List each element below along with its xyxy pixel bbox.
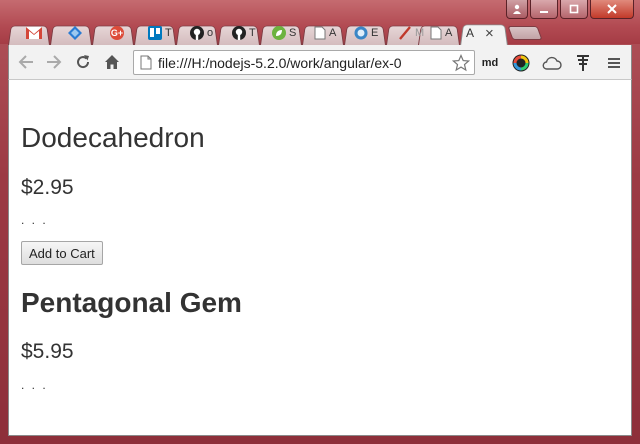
- gmail-icon: [26, 27, 42, 39]
- product-price: $5.95: [21, 340, 74, 363]
- product-name: Dodecahedron: [21, 122, 205, 153]
- back-button[interactable]: [15, 52, 37, 72]
- tab-active-content: A ×: [466, 24, 494, 42]
- tower-extension-button[interactable]: [574, 54, 592, 72]
- tab-diamond-content: [68, 24, 82, 42]
- tower-icon: [577, 55, 589, 71]
- chrome-menu-button[interactable]: [605, 54, 623, 72]
- tab-page-1-label: A: [329, 27, 337, 39]
- hamburger-menu-icon: [608, 58, 620, 68]
- md-label: md: [481, 57, 499, 69]
- tab-spring-label: S: [289, 27, 297, 39]
- url-text[interactable]: file:///H:/nodejs-5.2.0/work/angular/ex-…: [158, 55, 460, 71]
- minimize-icon: [540, 11, 548, 13]
- tab-google-plus-content: G+: [110, 24, 124, 42]
- diamond-icon: [68, 26, 82, 40]
- github-icon: [232, 26, 246, 40]
- product-description: . . .: [21, 378, 48, 392]
- address-bar[interactable]: file:///H:/nodejs-5.2.0/work/angular/ex-…: [133, 50, 475, 75]
- home-icon: [105, 55, 119, 69]
- product-price: $2.95: [21, 176, 74, 199]
- window-controls: [506, 0, 634, 20]
- add-to-cart-button[interactable]: Add to Cart: [21, 241, 103, 265]
- product-name: Pentagonal Gem: [21, 287, 242, 318]
- cloud-icon: [542, 56, 562, 70]
- color-wheel-extension-button[interactable]: [511, 54, 531, 72]
- globe-icon: [354, 26, 368, 40]
- file-page-icon: [140, 55, 152, 70]
- forward-button[interactable]: [43, 52, 65, 72]
- tab-github-1-content: o: [190, 24, 213, 42]
- spring-icon: [272, 26, 286, 40]
- minimize-button[interactable]: [530, 0, 558, 19]
- reload-icon: [77, 55, 90, 69]
- maximize-button[interactable]: [560, 0, 588, 19]
- page-icon: [430, 26, 442, 40]
- tab-github-1-label: o: [207, 27, 214, 39]
- forward-arrow-icon: [47, 55, 62, 69]
- tab-page-2-label: A: [445, 27, 453, 39]
- tab-feather-label: M: [415, 27, 425, 39]
- tab-trello-content: T: [148, 24, 172, 42]
- google-plus-icon: G+: [110, 26, 124, 40]
- cloud-extension-button[interactable]: [541, 54, 563, 72]
- maximize-icon: [569, 4, 579, 14]
- bookmark-star-icon[interactable]: [452, 54, 470, 72]
- close-icon: [607, 4, 617, 14]
- tab-strip: G+ T o T S A E M A A ×: [8, 20, 548, 46]
- tab-trello-label: T: [165, 27, 172, 39]
- github-icon: [190, 26, 204, 40]
- tab-globe-label: E: [371, 27, 379, 39]
- product-description: . . .: [21, 213, 48, 227]
- color-wheel-icon: [512, 54, 530, 72]
- tab-page-1-content: A: [314, 24, 336, 42]
- browser-toolbar: file:///H:/nodejs-5.2.0/work/angular/ex-…: [8, 45, 632, 80]
- trello-icon: [148, 26, 162, 40]
- page-content: Dodecahedron $2.95 . . . Add to Cart Pen…: [8, 80, 632, 436]
- tab-gmail-content: [26, 24, 42, 42]
- tab-close-button[interactable]: ×: [485, 25, 494, 42]
- tab-spring-content: S: [272, 24, 296, 42]
- user-icon: [513, 4, 521, 14]
- tab-page-2-content: A: [430, 24, 452, 42]
- markdown-extension-button[interactable]: md: [479, 54, 501, 72]
- tab-active-label: A: [466, 26, 475, 40]
- tab-github-2-content: T: [232, 24, 256, 42]
- tab-feather-content: M: [398, 24, 424, 42]
- tab-github-2-label: T: [249, 27, 256, 39]
- home-button[interactable]: [101, 52, 123, 72]
- feather-icon: [399, 26, 411, 40]
- reload-button[interactable]: [72, 52, 94, 72]
- back-arrow-icon: [18, 55, 33, 69]
- close-window-button[interactable]: [590, 0, 634, 19]
- tab-globe-content: E: [354, 24, 378, 42]
- page-icon: [314, 26, 326, 40]
- user-profile-button[interactable]: [506, 0, 528, 19]
- new-tab-button[interactable]: [507, 26, 543, 40]
